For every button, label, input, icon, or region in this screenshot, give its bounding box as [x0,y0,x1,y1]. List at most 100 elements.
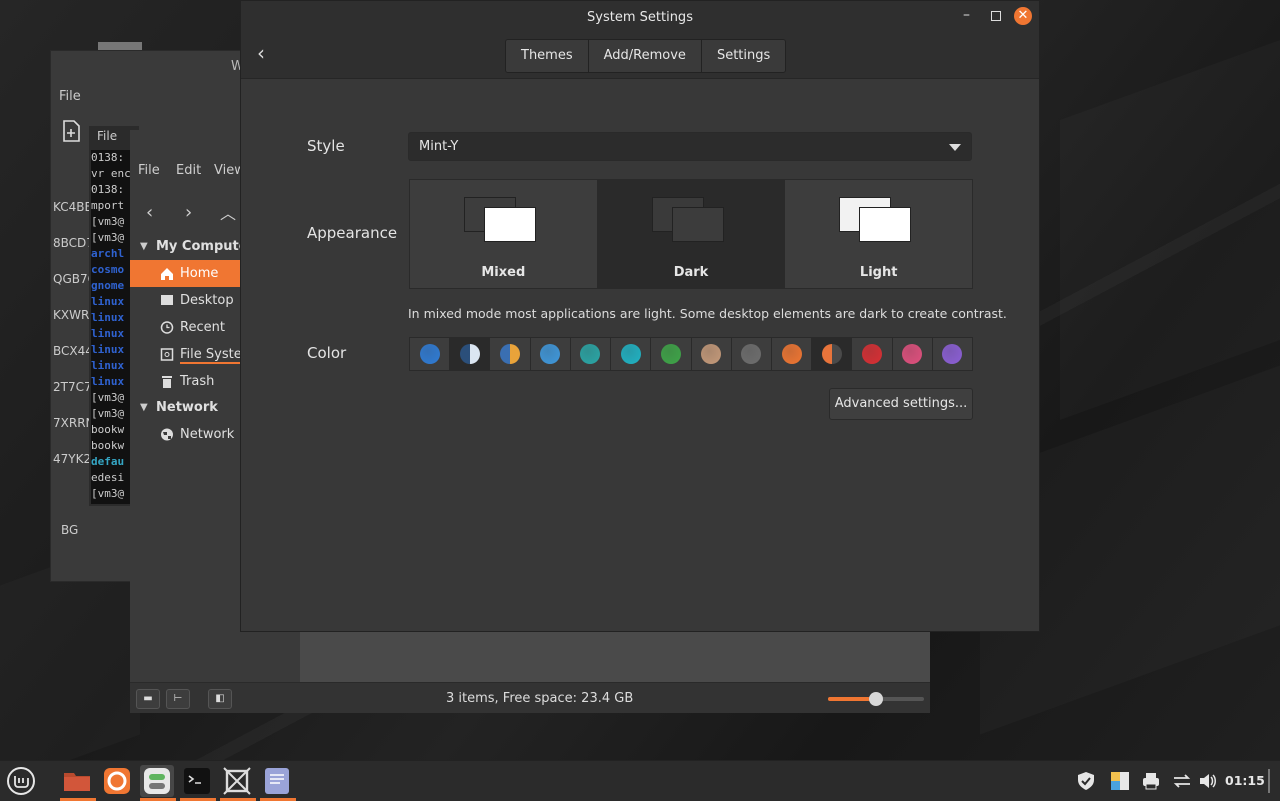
appearance-option-mixed[interactable]: Mixed [410,180,598,288]
settings-toggle-icon [144,768,170,794]
close-icon[interactable]: ✕ [1014,7,1032,25]
back-arrow-icon[interactable]: ‹ [146,202,153,223]
printer-icon[interactable] [1141,771,1161,791]
sidebar-item-label: Desktop [180,293,234,308]
color-swatch[interactable] [691,338,732,370]
color-dot-icon [781,344,802,364]
status-text: 3 items, Free space: 23.4 GB [446,691,634,706]
back-window-file-menu[interactable]: File [59,89,81,104]
taskbar-settings-button[interactable] [140,765,176,801]
taskbar-firefox-button[interactable] [100,765,134,797]
color-swatch[interactable] [651,338,692,370]
appearance-label: Appearance [307,224,398,242]
home-icon [161,268,173,280]
color-swatch[interactable] [771,338,813,370]
color-swatch[interactable] [410,338,451,370]
window-title: System Settings [587,10,693,25]
terminal-file-menu[interactable]: File [97,129,117,143]
file-manager-content[interactable] [300,630,930,682]
color-dot-icon [620,344,641,364]
maximize-icon[interactable] [991,11,1001,21]
tab-themes[interactable]: Themes [506,40,589,72]
new-document-icon[interactable] [61,119,83,143]
style-dropdown[interactable]: Mint-Y [408,132,972,161]
network-icon[interactable] [1172,771,1192,791]
color-dot-icon [459,344,480,364]
zoom-slider-knob[interactable] [869,692,883,706]
color-swatch[interactable] [570,338,612,370]
color-swatch[interactable] [892,338,933,370]
appearance-option-light[interactable]: Light [785,180,973,288]
shield-icon[interactable] [1076,771,1096,791]
taskbar: 01:15 [0,760,1280,801]
taskbar-screenshot-button[interactable] [220,765,256,801]
menu-file[interactable]: File [138,163,160,178]
screenshot-frame-icon [223,767,251,795]
color-swatch[interactable] [932,338,973,370]
trash-icon [162,376,172,388]
show-desktop-button[interactable] [1268,769,1270,793]
settings-headerbar: System Settings ‹ – ✕ Themes Add/Remove … [241,1,1039,79]
volume-icon[interactable] [1198,771,1218,791]
minimize-icon[interactable]: – [963,7,970,23]
tab-settings[interactable]: Settings [701,40,786,72]
advanced-settings-button[interactable]: Advanced settings... [829,388,973,420]
up-arrow-icon[interactable]: ︿ [220,200,236,224]
color-swatch[interactable] [731,338,772,370]
mixed-preview-front-icon [484,207,536,242]
color-dot-icon [660,344,681,364]
desktop-icon [161,295,173,305]
file-manager-statusbar: ▬ ⊢ ◧ 3 items, Free space: 23.4 GB [130,682,930,713]
color-dot-icon [580,344,601,364]
terminal-icon [184,768,210,794]
color-dot-icon [540,344,561,364]
system-settings-window[interactable]: System Settings ‹ – ✕ Themes Add/Remove … [240,0,1040,632]
menu-button[interactable] [4,765,38,797]
color-dot-icon [701,344,722,364]
firefox-icon [104,768,130,794]
zoom-slider[interactable] [828,692,924,706]
color-swatch[interactable] [611,338,652,370]
settings-tabs: Themes Add/Remove Settings [505,39,787,73]
appearance-option-label: Light [859,265,898,280]
appearance-description: In mixed mode most applications are ligh… [408,306,1007,321]
taskbar-editor-button[interactable] [260,765,296,801]
light-preview-front-icon [859,207,912,242]
appearance-option-label: Mixed [481,265,526,280]
color-swatch[interactable] [450,338,491,370]
taskbar-files-button[interactable] [60,765,96,801]
tree-button[interactable]: ⊢ [166,689,190,709]
color-dot-icon [942,344,963,364]
collapse-triangle-icon[interactable]: ▼ [140,234,148,260]
forward-arrow-icon[interactable]: › [185,202,192,223]
sidebar-item-label: Recent [180,320,225,335]
clock[interactable]: 01:15 [1225,773,1265,788]
zoom-slider-fill [828,697,870,701]
appearance-option-label: Dark [673,265,709,280]
menu-edit[interactable]: Edit [176,163,201,178]
color-label: Color [307,344,347,362]
color-swatch[interactable] [852,338,893,370]
sidebar-item-label: Home [180,266,219,281]
update-manager-icon[interactable] [1110,771,1130,791]
taskbar-terminal-button[interactable] [180,765,216,801]
dark-preview-front-icon [671,207,724,242]
appearance-option-dark[interactable]: Dark [597,180,786,288]
tab-add-remove[interactable]: Add/Remove [588,40,702,72]
back-arrow-icon[interactable]: ‹ [257,41,265,65]
toggle-sidebar-button[interactable]: ◧ [208,689,232,709]
color-swatches [409,337,973,371]
globe-icon [161,428,173,441]
color-swatch[interactable] [812,338,853,370]
color-dot-icon [862,344,883,364]
back-window-bottom-label: BG [61,523,79,537]
sidebar-item-label: Trash [180,374,215,389]
color-swatch[interactable] [490,338,531,370]
color-swatch[interactable] [530,338,571,370]
style-label: Style [307,137,345,155]
color-dot-icon [500,344,521,364]
places-button[interactable]: ▬ [136,689,160,709]
collapse-triangle-icon[interactable]: ▼ [140,395,148,421]
style-dropdown-value: Mint-Y [419,139,459,154]
text-editor-icon [265,768,289,794]
